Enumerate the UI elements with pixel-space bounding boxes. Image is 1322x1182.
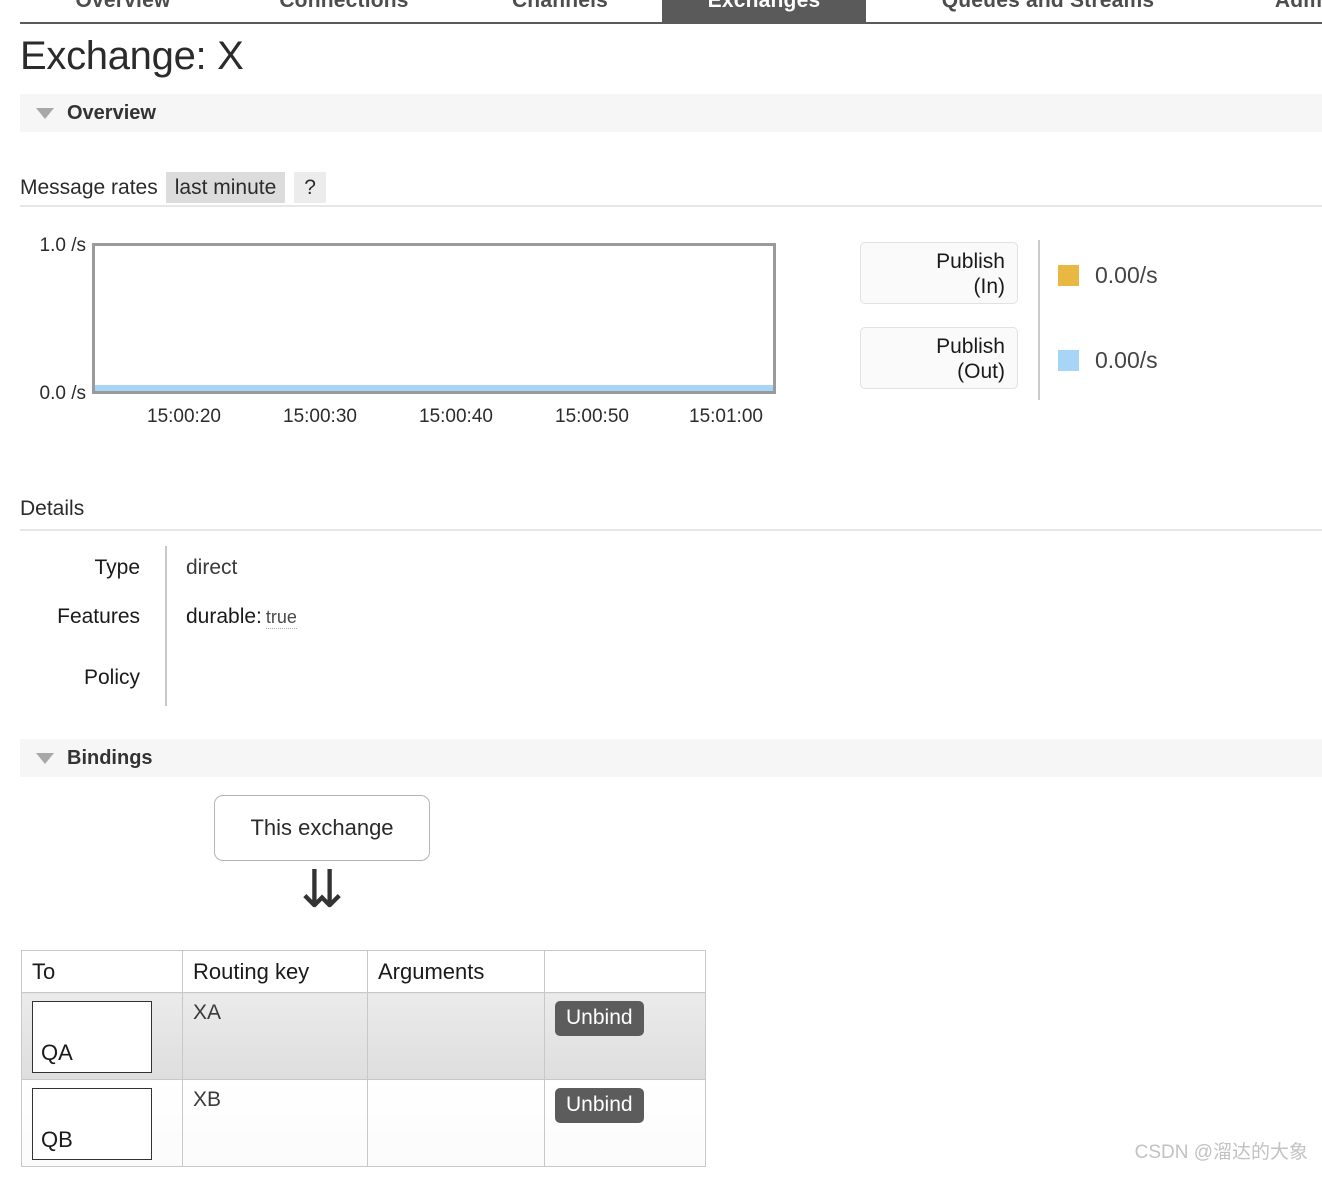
binding-routing-key-1: XB [193,1088,222,1111]
message-rates-header: Message rates last minute ? [20,172,1322,207]
publish-in-button[interactable]: Publish (In) [860,242,1018,304]
legend-row-publish-in: 0.00/s [1058,262,1158,289]
detail-label-type: Type [94,556,140,579]
publish-in-line1: Publish [936,250,1005,273]
bindings-section-header[interactable]: Bindings [20,739,1322,777]
overview-section-header[interactable]: Overview [20,94,1322,132]
bindings-section-label: Bindings [67,746,153,769]
detail-label-features: Features [57,605,140,628]
tab-bar-underline [20,22,1322,24]
tab-overview[interactable]: Overview [38,0,208,22]
details-divider-rule [20,529,1322,531]
page-title: Exchange: X [20,34,244,78]
legend-row-publish-out: 0.00/s [1058,347,1158,374]
legend-color-swatch-in [1058,265,1079,286]
chart-legend: Publish (In) Publish (Out) 0.00/s 0.00/s [860,240,1280,400]
detail-value-type: direct [186,556,238,579]
queue-link-qb[interactable]: QB [32,1088,152,1160]
queue-link-qa-label: QA [41,1040,73,1065]
chart-xtick-0: 15:00:20 [147,406,221,427]
publish-out-button[interactable]: Publish (Out) [860,327,1018,389]
binding-to-cell: QA [21,992,183,1080]
tab-connections[interactable]: Connections [244,0,444,22]
help-icon[interactable]: ? [294,172,326,203]
tab-exchanges[interactable]: Exchanges [662,0,866,22]
binding-to-cell: QB [21,1079,183,1167]
column-header-arguments[interactable]: Arguments [367,950,545,993]
detail-value-features: durable: true [186,605,297,629]
legend-color-swatch-out [1058,350,1079,371]
column-header-actions [544,950,706,993]
queue-link-qb-label: QB [41,1127,73,1152]
feature-value-durable: true [265,607,297,629]
chart-ytick-min: 0.0 /s [39,383,86,404]
message-rates-chart: 1.0 /s 0.0 /s 15:00:20 15:00:30 15:00:40… [20,228,820,433]
chart-xtick-3: 15:00:50 [555,406,629,427]
caret-down-icon[interactable] [36,752,54,764]
binding-arguments-0 [378,993,534,1001]
table-header-row: To Routing key Arguments [21,950,706,993]
legend-divider [1038,240,1040,400]
binding-action-cell: Unbind [544,992,706,1080]
table-row: QB XB Unbind [21,1079,706,1167]
tab-queues-and-streams[interactable]: Queues and Streams [898,0,1198,22]
bindings-table: To Routing key Arguments QA XA Unbind QB… [21,950,706,1167]
binding-arguments-1 [378,1080,534,1088]
tab-admin[interactable]: Admin [1248,0,1322,22]
publish-in-line2: (In) [973,275,1006,298]
binding-arguments-cell [367,1079,545,1167]
publish-in-rate: 0.00/s [1095,262,1158,288]
rates-period-chip[interactable]: last minute [165,172,286,203]
binding-action-cell: Unbind [544,1079,706,1167]
publish-out-line2: (Out) [957,360,1005,383]
column-header-routing-key[interactable]: Routing key [182,950,368,993]
unbind-button-qb[interactable]: Unbind [555,1088,644,1123]
details-title: Details [20,497,85,520]
queue-link-qa[interactable]: QA [32,1001,152,1073]
overview-section-label: Overview [67,101,156,124]
chart-ytick-max: 1.0 /s [39,235,86,256]
caret-down-icon[interactable] [36,107,54,119]
column-header-to[interactable]: To [21,950,183,993]
chart-xtick-4: 15:01:00 [689,406,763,427]
binding-routing-key-cell: XA [182,992,368,1080]
details-vertical-divider [165,546,167,706]
publish-out-rate: 0.00/s [1095,347,1158,373]
tab-channels[interactable]: Channels [480,0,640,22]
publish-out-line1: Publish [936,335,1005,358]
double-down-arrow-icon: ⇊ [300,860,344,920]
binding-routing-key-cell: XB [182,1079,368,1167]
chart-xtick-1: 15:00:30 [283,406,357,427]
csdn-watermark: CSDN @溜达的大象 [1134,1142,1308,1163]
chart-series-publish-out [95,385,773,391]
message-rates-label: Message rates [20,176,158,199]
chart-xtick-2: 15:00:40 [419,406,493,427]
this-exchange-node[interactable]: This exchange [214,795,430,861]
unbind-button-qa[interactable]: Unbind [555,1001,644,1036]
table-row: QA XA Unbind [21,992,706,1080]
detail-label-policy: Policy [83,666,140,689]
binding-arguments-cell [367,992,545,1080]
chart-plot-area [92,243,776,394]
binding-routing-key-0: XA [193,1001,222,1024]
feature-name-durable: durable: [186,605,262,628]
main-tab-bar: Overview Connections Channels Exchanges … [0,0,1322,24]
